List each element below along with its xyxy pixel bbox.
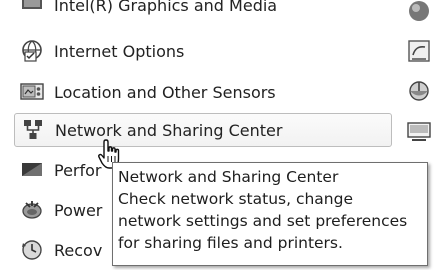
tooltip-title: Network and Sharing Center — [118, 168, 339, 186]
list-item-label: Perfor — [54, 160, 102, 180]
internet-options-icon — [22, 40, 42, 62]
color-management-icon — [409, 1, 429, 21]
notification-area-icon — [407, 122, 431, 141]
location-sensors-icon — [20, 83, 44, 100]
list-item-label: Internet Options — [54, 41, 185, 61]
keyboard-icon — [408, 40, 430, 62]
intel-graphics-icon — [22, 0, 42, 9]
list-item-label: Network and Sharing Center — [55, 120, 283, 140]
tooltip-line: Check network status, change — [118, 190, 354, 208]
list-item-label: Power — [54, 200, 103, 220]
list-item-location-sensors[interactable]: Location and Other Sensors — [14, 75, 392, 109]
performance-icon — [22, 163, 42, 176]
list-item-network-sharing-center[interactable]: Network and Sharing Center — [14, 113, 392, 147]
list-item-label: Intel(R) Graphics and Media — [54, 0, 278, 15]
tooltip: Network and Sharing Center Check network… — [112, 162, 428, 266]
list-item-intel-graphics[interactable]: Intel(R) Graphics and Media — [14, 0, 392, 34]
list-item-label: Location and Other Sensors — [54, 82, 276, 102]
tooltip-line: network settings and set preferences — [118, 212, 408, 230]
network-sharing-icon — [24, 120, 42, 139]
power-options-icon — [22, 201, 42, 219]
list-item-label: Recov — [54, 240, 103, 260]
mouse-icon — [409, 81, 429, 101]
tooltip-line: for sharing files and printers. — [118, 234, 343, 252]
recovery-icon — [22, 240, 42, 260]
list-item-internet-options[interactable]: Internet Options — [14, 34, 392, 68]
